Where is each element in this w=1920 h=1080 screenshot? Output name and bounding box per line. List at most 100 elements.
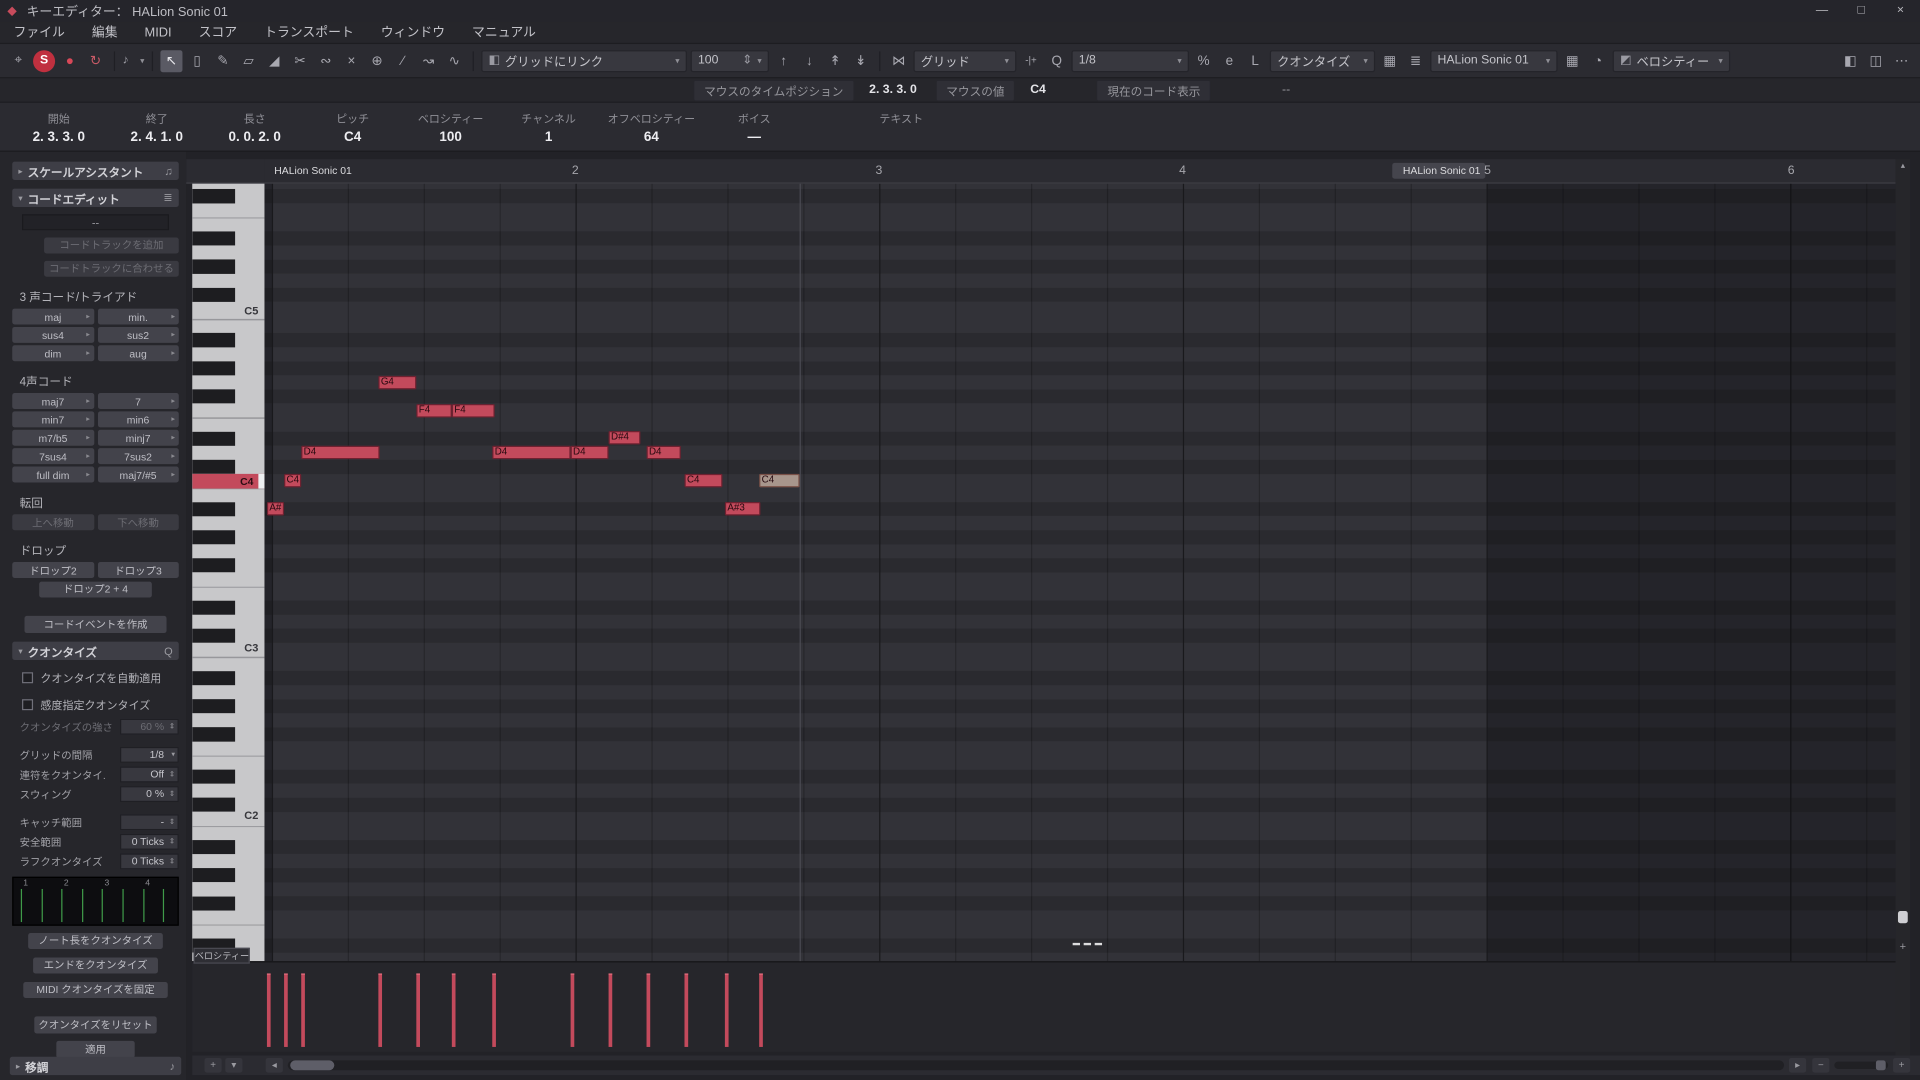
infoline-field-7[interactable]: ボイス— — [705, 103, 803, 151]
length-quantize-dropdown[interactable]: クオンタイズ ▾ — [1270, 50, 1375, 72]
horizontal-scroll-thumb[interactable] — [290, 1060, 334, 1070]
time-format-icon[interactable]: ◔ — [1587, 50, 1609, 72]
quantize-button-2[interactable]: MIDI クオンタイズを固定 — [23, 982, 167, 998]
velocity-bar-8[interactable] — [609, 973, 613, 1046]
midi-input-icon[interactable]: ≣ — [1404, 50, 1426, 72]
zoom-in-icon[interactable]: + — [1893, 1058, 1910, 1073]
part-start-label[interactable]: HALion Sonic 01 — [274, 163, 352, 179]
inversion-grid-button-1[interactable]: 下へ移動 — [97, 514, 178, 530]
erase-tool[interactable]: ▱ — [238, 50, 260, 72]
zoom-slider[interactable] — [1834, 1062, 1888, 1069]
midi-note-F4[interactable]: F4 — [416, 404, 452, 417]
add-controller-lane-button[interactable]: + — [204, 1058, 221, 1073]
split-tool[interactable]: ✂ — [289, 50, 311, 72]
inversion-grid-button-0[interactable]: 上へ移動 — [12, 514, 93, 530]
midi-note-D4[interactable]: D4 — [647, 446, 681, 459]
create-chord-event-button[interactable]: コードイベントを作成 — [24, 616, 166, 633]
four-grid-button-3[interactable]: min6▸ — [97, 411, 178, 427]
drop-grid-button-1[interactable]: ドロップ3 — [97, 562, 178, 578]
section-scale-assistant[interactable]: ▸ スケールアシスタント ♫ — [12, 162, 179, 180]
quantize-action-1[interactable]: 適用 — [56, 1041, 134, 1058]
piano-keyboard[interactable]: C5C3C2C4 — [192, 184, 264, 962]
right-zone-toggle[interactable]: ◫ — [1865, 50, 1887, 72]
quantize-button-1[interactable]: エンドをクオンタイズ — [33, 958, 158, 974]
infoline-field-8[interactable]: テキスト — [803, 103, 999, 151]
range-tool[interactable]: ▯ — [186, 50, 208, 72]
quantize-setting-value[interactable]: 0 %⇕ — [120, 786, 179, 802]
infoline-field-3[interactable]: ピッチC4 — [304, 103, 402, 151]
triad-grid-button-3[interactable]: sus2▸ — [97, 327, 178, 343]
note-grid[interactable]: A#C4D4G4F4F4D4D4D#4D4C4A#3C4 — [264, 184, 1895, 962]
glue-tool[interactable]: ∾ — [315, 50, 337, 72]
acoustic-feedback-button[interactable]: ♪▾ — [122, 50, 144, 72]
ruler-track[interactable]: HALion Sonic 01 HALion Sonic 01 23456 — [264, 159, 1895, 183]
record-in-editor-button[interactable]: ● — [59, 50, 81, 72]
menu-item-5[interactable]: ウィンドウ — [367, 21, 458, 44]
quantize-setting-value[interactable]: Off⇕ — [120, 767, 179, 783]
midi-note-D#4[interactable]: D#4 — [609, 431, 641, 444]
vertical-zoom-in-icon[interactable]: + — [1896, 940, 1911, 952]
move-down-button[interactable]: ↓ — [798, 50, 820, 72]
line-tool[interactable]: ∕ — [392, 50, 414, 72]
quantize-setting-value[interactable]: -⇕ — [120, 814, 179, 830]
move-up-button[interactable]: ↑ — [773, 50, 795, 72]
time-warp-tool[interactable]: ↝ — [418, 50, 440, 72]
four-grid-button-8[interactable]: full dim▸ — [12, 467, 93, 483]
zoom-out-icon[interactable]: − — [1812, 1058, 1829, 1073]
section-transpose[interactable]: ▸ 移調 ♪ — [10, 1057, 181, 1075]
draw-tool[interactable]: ✎ — [212, 50, 234, 72]
maximize-button[interactable]: □ — [1842, 0, 1881, 22]
part-selector-dropdown[interactable]: HALion Sonic 01 ▾ — [1430, 50, 1557, 72]
velocity-bar-9[interactable] — [647, 973, 651, 1046]
chord-track-button-1[interactable]: コードトラックに合わせる — [44, 261, 179, 277]
highlighted-key[interactable]: C4 — [192, 474, 264, 489]
velocity-bar-11[interactable] — [725, 973, 729, 1046]
menu-item-2[interactable]: MIDI — [131, 23, 185, 43]
mute-tool[interactable]: × — [340, 50, 362, 72]
velocity-bar-5[interactable] — [452, 973, 456, 1046]
triad-grid-button-1[interactable]: min.▸ — [97, 309, 178, 325]
velocity-bar-2[interactable] — [301, 973, 305, 1046]
menu-item-4[interactable]: トランスポート — [251, 21, 368, 44]
quantize-lengths-icon[interactable]: e — [1218, 50, 1240, 72]
velocity-lane[interactable] — [192, 961, 1895, 1052]
grid-relative-icon[interactable]: -|+ — [1020, 50, 1042, 72]
quantize-setting-value[interactable]: 1/8▾ — [120, 747, 179, 763]
select-tool[interactable]: ↖ — [160, 50, 182, 72]
triad-grid-button-0[interactable]: maj▸ — [12, 309, 93, 325]
scroll-up-icon[interactable]: ▴ — [1896, 159, 1911, 174]
infoline-field-2[interactable]: 長さ0. 0. 2. 0 — [206, 103, 304, 151]
vertical-scroll-thumb[interactable] — [1898, 911, 1908, 923]
velocity-bar-0[interactable] — [267, 973, 271, 1046]
four-grid-button-7[interactable]: 7sus2▸ — [97, 448, 178, 464]
quantize-setting-value[interactable]: 0 Ticks⇕ — [120, 853, 179, 869]
midi-note-C4[interactable]: C4 — [684, 474, 722, 487]
trim-tool[interactable]: ◢ — [263, 50, 285, 72]
midi-note-A#3[interactable]: A#3 — [725, 502, 761, 515]
menu-item-0[interactable]: ファイル — [0, 21, 78, 44]
triad-grid-button-5[interactable]: aug▸ — [97, 345, 178, 361]
event-colors-dropdown[interactable]: ◩ ベロシティー ▾ — [1613, 50, 1731, 72]
menu-item-3[interactable]: スコア — [185, 21, 251, 44]
four-grid-button-5[interactable]: minj7▸ — [97, 430, 178, 446]
midi-note-F4[interactable]: F4 — [452, 404, 495, 417]
midi-note-A#3[interactable]: A# — [267, 502, 284, 515]
move-down-octave-button[interactable]: ↡ — [850, 50, 872, 72]
drop-2-4-button[interactable]: ドロップ2 + 4 — [39, 582, 152, 598]
iterative-quantize-icon[interactable]: % — [1193, 50, 1215, 72]
part-end-label[interactable]: HALion Sonic 01 — [1392, 163, 1485, 179]
quantize-action-0[interactable]: クオンタイズをリセット — [34, 1016, 156, 1033]
infoline-field-5[interactable]: チャンネル1 — [500, 103, 598, 151]
drop-grid-button-0[interactable]: ドロップ2 — [12, 562, 93, 578]
quantize-checkbox-1[interactable]: 感度指定クオンタイズ — [22, 697, 181, 713]
quantize-preset-dropdown[interactable]: 1/8 ▾ — [1071, 50, 1189, 72]
velocity-bar-1[interactable] — [284, 973, 288, 1046]
scroll-right-icon[interactable]: ▸ — [1789, 1058, 1806, 1073]
grid-type-dropdown[interactable]: グリッド ▾ — [913, 50, 1016, 72]
midi-note-D4[interactable]: D4 — [492, 446, 570, 459]
snap-toggle[interactable]: ⋈ — [888, 50, 910, 72]
midi-note-D4[interactable]: D4 — [301, 446, 379, 459]
triad-grid-button-4[interactable]: dim▸ — [12, 345, 93, 361]
vertical-scrollbar[interactable]: ▴ + — [1896, 159, 1911, 1055]
horizontal-scroll-track[interactable] — [288, 1060, 1784, 1070]
